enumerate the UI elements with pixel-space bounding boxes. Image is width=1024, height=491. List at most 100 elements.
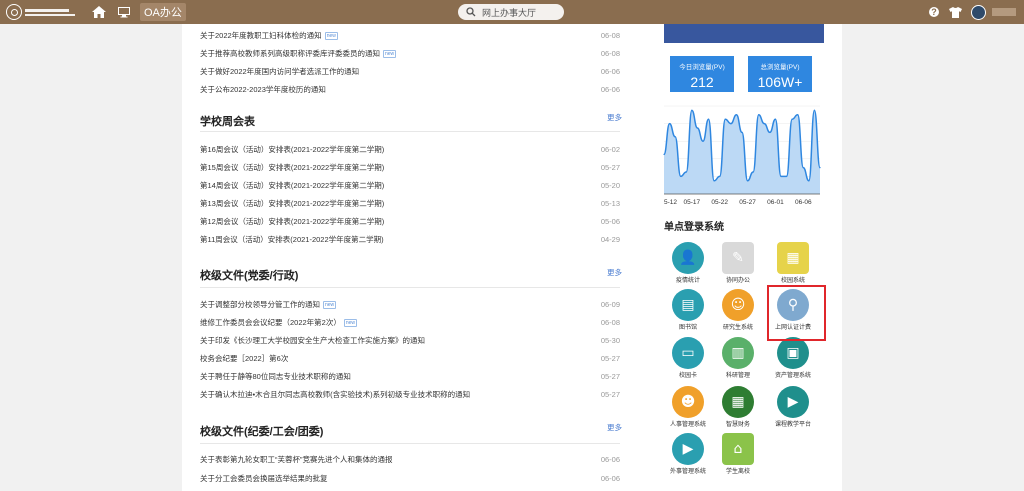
news-item-title[interactable]: 第15周会议（活动）安排表(2021-2022学年度第二学期)	[200, 163, 384, 172]
sso-app-office[interactable]: ✎ 协同办公	[712, 242, 764, 290]
skin-icon[interactable]	[948, 5, 962, 19]
news-item[interactable]: 关于印发《长沙理工大学校园安全生产大检查工作实施方案》的通知 05-30	[200, 334, 620, 348]
news-item[interactable]: 关于做好2022年度国内访问学者选派工作的通知 06-06	[200, 65, 620, 79]
sso-app-graduate[interactable]: ☺ 研究生系统	[712, 289, 764, 337]
sso-app-epidemic-stats[interactable]: 👤 疫情统计	[662, 242, 714, 290]
news-item[interactable]: 第12周会议（活动）安排表(2021-2022学年度第二学期) 05-06	[200, 215, 620, 229]
news-item-title[interactable]: 关于做好2022年度国内访问学者选派工作的通知	[200, 67, 359, 76]
news-item-title[interactable]: 关于调整部分校领导分管工作的通知	[200, 300, 320, 309]
news-item[interactable]: 关于2022年度教职工妇科体检的通知 new 06-08	[200, 29, 620, 43]
chart-point	[685, 171, 687, 173]
sso-app-label[interactable]: 校园系统	[767, 275, 819, 284]
desktop-button[interactable]	[113, 0, 135, 24]
news-item[interactable]: 维修工作委员会会议纪要（2022年第2次） new 06-08	[200, 316, 620, 330]
sso-app-student-leave[interactable]: ⌂ 学生离校	[712, 433, 764, 481]
teaching-icon: ▶	[777, 386, 809, 418]
sso-app-hr[interactable]: ☻ 人事管理系统	[662, 386, 714, 434]
new-badge: new	[343, 319, 358, 328]
news-item-title[interactable]: 关于公布2022-2023学年度校历的通知	[200, 85, 326, 94]
news-item-title[interactable]: 关于表彰第九轮女职工“芙蓉杯”竞赛先进个人和集体的通报	[200, 455, 393, 464]
chart-point	[813, 109, 816, 111]
news-item-title[interactable]: 第14周会议（活动）安排表(2021-2022学年度第二学期)	[200, 181, 384, 190]
chart-point	[674, 136, 676, 138]
news-item[interactable]: 第14周会议（活动）安排表(2021-2022学年度第二学期) 05-20	[200, 179, 620, 193]
asset-icon: ▣	[777, 337, 809, 369]
news-item-title[interactable]: 关于聘任于静等80位同志专业技术职称的通知	[200, 372, 351, 381]
sso-app-label[interactable]: 人事管理系统	[662, 419, 714, 428]
news-item[interactable]: 关于表彰第九轮女职工“芙蓉杯”竞赛先进个人和集体的通报 06-06	[200, 453, 620, 467]
news-item[interactable]: 第13周会议（活动）安排表(2021-2022学年度第二学期) 05-13	[200, 197, 620, 211]
news-item-date: 06-09	[600, 300, 620, 309]
help-icon[interactable]: ?	[929, 7, 939, 17]
sso-app-label[interactable]: 协同办公	[712, 275, 764, 284]
news-item-title[interactable]: 校务会纪要［2022］第6次	[200, 354, 288, 363]
news-item-title[interactable]: 关于2022年度教职工妇科体检的通知	[200, 31, 322, 40]
news-item-title[interactable]: 第13周会议（活动）安排表(2021-2022学年度第二学期)	[200, 199, 384, 208]
oa-office-tab[interactable]: OA办公	[140, 3, 186, 21]
sso-app-label[interactable]: 智慧财务	[712, 419, 764, 428]
chart-point	[785, 175, 788, 177]
today-pv-label: 今日浏览量(PV)	[679, 64, 725, 71]
news-item[interactable]: 关于确认木拉迪•木合且尔同志高校教师(含实验技术)系列初级专业技术职称的通知 05…	[200, 388, 620, 402]
search-bar[interactable]: 网上办事大厅	[458, 4, 564, 20]
news-item[interactable]: 关于推荐高校教师系列高级职称评委库评委委员的通知 new 06-08	[200, 47, 620, 61]
news-item-date: 06-08	[600, 318, 620, 327]
more-link[interactable]: 更多	[607, 267, 622, 278]
news-item-title[interactable]: 关于印发《长沙理工大学校园安全生产大检查工作实施方案》的通知	[200, 336, 425, 345]
sso-app-label[interactable]: 资产管理系统	[767, 370, 819, 379]
user-name-placeholder[interactable]	[992, 8, 1016, 16]
news-item[interactable]: 第11周会议（活动）安排表(2021-2022学年度第二学期) 04-29	[200, 233, 620, 247]
news-item[interactable]: 校务会纪要［2022］第6次 05-27	[200, 352, 620, 366]
more-link[interactable]: 更多	[607, 422, 622, 433]
section-heading: 校级文件(纪委/工会/团委)	[200, 426, 324, 438]
sso-app-label[interactable]: 科研管理	[712, 370, 764, 379]
more-link[interactable]: 更多	[607, 112, 622, 123]
news-item-title[interactable]: 第12周会议（活动）安排表(2021-2022学年度第二学期)	[200, 217, 384, 226]
seal-icon	[6, 4, 22, 20]
news-item[interactable]: 关于聘任于静等80位同志专业技术职称的通知 05-27	[200, 370, 620, 384]
sso-app-label[interactable]: 学生离校	[712, 466, 764, 475]
news-item-date: 06-08	[600, 49, 620, 58]
sidebar-banner[interactable]	[664, 24, 824, 43]
university-logo[interactable]	[6, 3, 84, 21]
library-icon: ▤	[672, 289, 704, 321]
total-pv-label: 总浏览量(PV)	[760, 64, 800, 71]
sso-app-label[interactable]: 疫情统计	[662, 275, 714, 284]
sso-app-label[interactable]: 课程教学平台	[767, 419, 819, 428]
campus-card-icon: ▭	[672, 337, 704, 369]
sso-app-asset[interactable]: ▣ 资产管理系统	[767, 337, 819, 385]
sso-app-campus-card[interactable]: ▭ 校园卡	[662, 337, 714, 385]
news-item[interactable]: 关于公布2022-2023学年度校历的通知 06-06	[200, 83, 620, 97]
news-item-title[interactable]: 关于推荐高校教师系列高级职称评委库评委委员的通知	[200, 49, 380, 58]
sso-app-foreign-affairs[interactable]: ▶ 外事管理系统	[662, 433, 714, 481]
sso-app-research[interactable]: ▥ 科研管理	[712, 337, 764, 385]
news-item-title[interactable]: 关于分工会委员会换届选举结果的批复	[200, 474, 328, 483]
sso-app-label[interactable]: 外事管理系统	[662, 466, 714, 475]
sso-app-label[interactable]: 图书馆	[662, 322, 714, 331]
sso-app-campus-system[interactable]: ▦ 校园系统	[767, 242, 819, 290]
news-item[interactable]: 关于调整部分校领导分管工作的通知 new 06-09	[200, 298, 620, 312]
news-item-title[interactable]: 第16周会议（活动）安排表(2021-2022学年度第二学期)	[200, 145, 384, 154]
foreign-affairs-icon: ▶	[672, 433, 704, 465]
new-badge: new	[323, 301, 337, 310]
research-icon: ▥	[722, 337, 754, 369]
graduate-icon: ☺	[722, 289, 754, 321]
chart-point	[741, 131, 743, 133]
sso-app-library[interactable]: ▤ 图书馆	[662, 289, 714, 337]
chart-point	[724, 118, 726, 120]
news-item[interactable]: 第16周会议（活动）安排表(2021-2022学年度第二学期) 06-02	[200, 143, 620, 157]
sso-app-label[interactable]: 校园卡	[662, 370, 714, 379]
home-button[interactable]	[88, 0, 110, 24]
chart-point	[713, 180, 715, 182]
news-item-date: 05-30	[600, 336, 620, 345]
news-item-title[interactable]: 维修工作委员会会议纪要（2022年第2次）	[200, 318, 341, 327]
sso-app-teaching[interactable]: ▶ 课程教学平台	[767, 386, 819, 434]
news-item[interactable]: 第15周会议（活动）安排表(2021-2022学年度第二学期) 05-27	[200, 161, 620, 175]
news-item-title[interactable]: 第11周会议（活动）安排表(2021-2022学年度第二学期)	[200, 235, 384, 244]
total-pv-card: 总浏览量(PV) 106W+	[748, 56, 812, 92]
news-item[interactable]: 关于分工会委员会换届选举结果的批复 06-06	[200, 472, 620, 486]
sso-app-label[interactable]: 研究生系统	[712, 322, 764, 331]
user-avatar[interactable]	[971, 4, 986, 20]
sso-app-finance[interactable]: ▦ 智慧财务	[712, 386, 764, 434]
news-item-title[interactable]: 关于确认木拉迪•木合且尔同志高校教师(含实验技术)系列初级专业技术职称的通知	[200, 390, 470, 399]
